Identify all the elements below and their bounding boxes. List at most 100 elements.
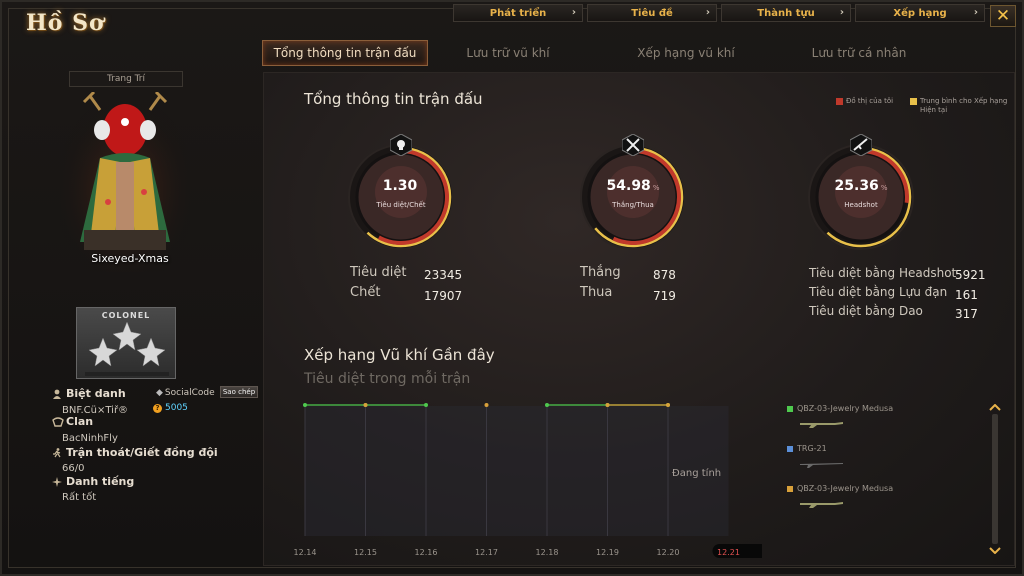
chevron-right-icon: › <box>839 7 844 18</box>
gauge-label: Headshot <box>844 201 878 209</box>
tab-label: Xếp hạng vũ khí <box>637 46 735 60</box>
menu-ranking-button[interactable]: Xếp hạng › <box>855 4 985 22</box>
legend-average: Trung bình cho Xếp hạng Hiện tại <box>910 97 1008 115</box>
chart-point <box>363 403 368 407</box>
social-code-label: SocialCode <box>164 388 215 398</box>
gauge-value: 54.98% <box>606 178 660 194</box>
chart-point <box>605 403 610 407</box>
gauge-label: Tiêu diệt/Chết <box>376 201 426 209</box>
tab-bar: Tổng thông tin trận đấu Lưu trữ vũ khí X… <box>262 40 934 66</box>
tab-weapon-storage[interactable]: Lưu trữ vũ khí <box>428 40 588 66</box>
menu-titles-button[interactable]: Tiêu đề › <box>587 4 717 22</box>
grenade-kills-label: Tiêu diệt bằng Lựu đạn <box>809 285 948 299</box>
copy-button[interactable]: Sao chép <box>220 386 258 398</box>
tab-label: Tổng thông tin trận đấu <box>273 46 417 60</box>
nickname-label: Biệt danh <box>52 387 126 400</box>
nickname-label-text: Biệt danh <box>66 387 126 400</box>
recent-weapons-chart: Đang tính 12.14 12.15 12.16 12.17 12.18 12.19 1… <box>294 403 762 558</box>
legend-swatch <box>787 485 793 492</box>
legend-swatch <box>910 98 917 105</box>
chart-tick-label: 12.18 <box>536 548 559 557</box>
close-button[interactable]: ✕ <box>990 5 1016 27</box>
coin-balance: ? 5005 <box>153 403 188 413</box>
coin-value: 5005 <box>165 403 188 413</box>
tab-match-overview[interactable]: Tổng thông tin trận đấu <box>262 40 428 66</box>
chart-point <box>666 403 670 407</box>
escape-label-text: Trận thoát/Giết đồng đội <box>66 446 218 459</box>
skull-icon <box>389 133 413 157</box>
legend-swatch <box>836 98 843 105</box>
chart-tick-label: 12.21 <box>717 548 740 557</box>
gauge-ring <box>348 144 454 250</box>
decor-label: Trang Trí <box>106 74 146 84</box>
crossed-swords-icon <box>621 133 645 157</box>
chart-tick-label: 12.19 <box>596 548 619 557</box>
character-name: Sixeyed-Xmas <box>91 252 169 265</box>
gauge-label: Thắng/Thua <box>612 201 654 209</box>
losses-label: Thua <box>580 285 613 300</box>
sniper-rifle-icon <box>800 463 843 468</box>
coin-icon: ? <box>153 403 162 413</box>
weapon-legend-item[interactable]: QBZ-03-Jewelry Medusa <box>787 484 893 493</box>
weapon-name: QBZ-03-Jewelry Medusa <box>797 404 894 413</box>
chart-tick-label: 12.17 <box>475 548 498 557</box>
character-avatar-image <box>60 90 190 272</box>
kills-label: Tiêu diệt <box>350 265 407 280</box>
gauge-ring <box>580 144 686 250</box>
menu-label: Thành tựu <box>757 7 815 19</box>
rifle-icon <box>849 133 873 157</box>
reputation-label: Danh tiếng <box>52 475 134 488</box>
scroll-track[interactable] <box>992 414 998 544</box>
legend-swatch <box>787 405 793 412</box>
recent-weapons-subtitle: Tiêu diệt trong mỗi trận <box>304 371 471 387</box>
tab-personal-storage[interactable]: Lưu trữ cá nhân <box>784 40 934 66</box>
scroll-down-icon[interactable] <box>989 547 1001 555</box>
clan-icon <box>52 416 64 427</box>
chart-point <box>424 403 428 407</box>
tab-label: Lưu trữ vũ khí <box>466 46 550 60</box>
top-menu: Phát triển › Tiêu đề › Thành tựu › Xếp h… <box>453 4 985 22</box>
wins-value: 878 <box>653 268 676 282</box>
chart-computing-label: Đang tính <box>672 467 721 479</box>
chart-point <box>484 403 489 407</box>
headshot-kills-label: Tiêu diệt bằng Headshot <box>809 266 957 280</box>
rank-emblem: COLONEL <box>76 307 176 379</box>
reputation-label-text: Danh tiếng <box>66 475 135 488</box>
deaths-label: Chết <box>350 285 381 300</box>
scroll-up-icon[interactable] <box>989 403 1001 411</box>
chart-point <box>545 403 549 407</box>
escape-value: 66/0 <box>62 463 85 474</box>
clan-value: BacNinhFly <box>62 433 118 444</box>
copy-label: Sao chép <box>222 388 256 396</box>
menu-label: Xếp hạng <box>893 7 947 19</box>
chart-plot-area <box>305 406 729 536</box>
wins-label: Thắng <box>580 265 621 280</box>
social-code: ◆ SocialCode <box>156 388 215 398</box>
kd-gauge: 1.30 Tiêu diệt/Chết <box>346 133 456 252</box>
chart-tick-label: 12.15 <box>354 548 377 557</box>
clan-label: Clan <box>52 415 93 428</box>
overview-title: Tổng thông tin trận đấu <box>304 90 483 108</box>
running-man-icon <box>52 447 62 458</box>
headshot-gauge: 25.36% Headshot <box>806 133 916 252</box>
deaths-value: 17907 <box>424 289 463 303</box>
gauge-value: 1.30 <box>382 178 418 194</box>
menu-label: Phát triển <box>489 7 547 19</box>
knife-kills-label: Tiêu diệt bằng Dao <box>809 304 923 318</box>
weapon-legend-item[interactable]: QBZ-03-Jewelry Medusa <box>787 404 893 413</box>
menu-achievements-button[interactable]: Thành tựu › <box>721 4 851 22</box>
weapon-legend-item[interactable]: TRG-21 <box>787 444 827 453</box>
menu-development-button[interactable]: Phát triển › <box>453 4 583 22</box>
clan-label-text: Clan <box>66 415 94 428</box>
tag-icon: ◆ <box>156 388 163 398</box>
menu-label: Tiêu đề <box>631 7 673 19</box>
losses-value: 719 <box>653 289 676 303</box>
close-icon: ✕ <box>995 6 1011 26</box>
decor-button[interactable]: Trang Trí <box>69 71 183 87</box>
legend-label: Trung bình cho Xếp hạng Hiện tại <box>920 97 1008 114</box>
tab-weapon-ranking[interactable]: Xếp hạng vũ khí <box>588 40 784 66</box>
weapon-name: TRG-21 <box>797 444 827 453</box>
weapon-list-scrollbar[interactable] <box>988 403 1002 555</box>
rifle-icon <box>800 422 843 428</box>
legend-swatch <box>787 445 793 452</box>
